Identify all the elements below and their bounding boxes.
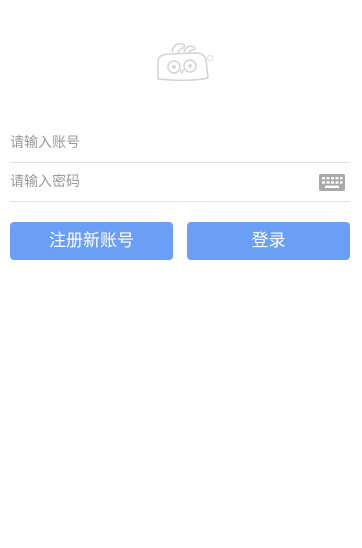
login-button[interactable]: 登录 xyxy=(187,222,350,260)
login-screen: 注册新账号 登录 xyxy=(0,0,362,548)
password-input[interactable] xyxy=(10,164,310,200)
register-button[interactable]: 注册新账号 xyxy=(10,222,173,260)
account-input[interactable] xyxy=(10,125,310,161)
keyboard-icon[interactable] xyxy=(319,174,345,191)
owl-logo-icon xyxy=(150,38,214,84)
account-field xyxy=(10,125,350,163)
password-field xyxy=(10,164,350,202)
